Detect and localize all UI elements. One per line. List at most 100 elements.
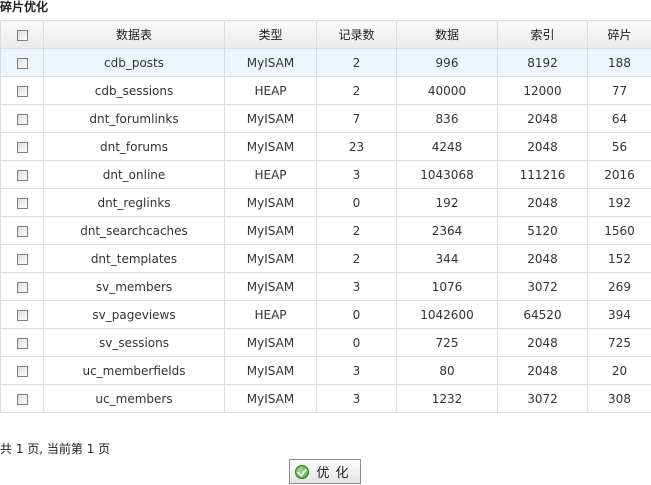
optimize-button[interactable]: 优化 (289, 459, 361, 484)
row-checkbox[interactable] (16, 365, 28, 377)
cell-index: 8192 (497, 48, 588, 77)
cell-fragment: 2016 (587, 160, 651, 189)
cell-records: 3 (316, 272, 397, 301)
row-checkbox-cell (0, 244, 44, 273)
column-header-records[interactable]: 记录数 (316, 20, 397, 49)
cell-name: dnt_reglinks (43, 188, 225, 217)
cell-index: 5120 (497, 216, 588, 245)
table-row[interactable]: sv_members MyISAM 3 1076 3072 269 (0, 272, 651, 301)
cell-data: 1043068 (396, 160, 498, 189)
row-checkbox[interactable] (16, 253, 28, 265)
cell-index: 12000 (497, 76, 588, 105)
cell-fragment: 394 (587, 300, 651, 329)
table-row[interactable]: dnt_forumlinks MyISAM 7 836 2048 64 (0, 104, 651, 133)
table-row[interactable]: cdb_posts MyISAM 2 996 8192 188 (0, 48, 651, 77)
cell-type: MyISAM (224, 272, 317, 301)
cell-index: 2048 (497, 356, 588, 385)
cell-name: cdb_sessions (43, 76, 225, 105)
row-checkbox[interactable] (16, 197, 28, 209)
row-checkbox-cell (0, 384, 44, 413)
cell-name: dnt_forumlinks (43, 104, 225, 133)
cell-data: 836 (396, 104, 498, 133)
cell-records: 0 (316, 188, 397, 217)
table-row[interactable]: uc_members MyISAM 3 1232 3072 308 (0, 384, 651, 413)
cell-index: 2048 (497, 244, 588, 273)
table-row[interactable]: dnt_forums MyISAM 23 4248 2048 56 (0, 132, 651, 161)
cell-name: dnt_online (43, 160, 225, 189)
table-row[interactable]: dnt_reglinks MyISAM 0 192 2048 192 (0, 188, 651, 217)
row-checkbox[interactable] (16, 281, 28, 293)
cell-type: MyISAM (224, 132, 317, 161)
column-header-type[interactable]: 类型 (224, 20, 317, 49)
cell-name: dnt_searchcaches (43, 216, 225, 245)
cell-name: sv_members (43, 272, 225, 301)
cell-type: HEAP (224, 76, 317, 105)
column-header-index[interactable]: 索引 (497, 20, 588, 49)
row-checkbox-cell (0, 188, 44, 217)
cell-fragment: 725 (587, 328, 651, 357)
table-row[interactable]: sv_pageviews HEAP 0 1042600 64520 394 (0, 300, 651, 329)
table-row[interactable]: dnt_online HEAP 3 1043068 111216 2016 (0, 160, 651, 189)
cell-data: 1232 (396, 384, 498, 413)
row-checkbox[interactable] (16, 57, 28, 69)
select-all-checkbox[interactable] (16, 29, 28, 41)
row-checkbox[interactable] (16, 393, 28, 405)
cell-data: 1076 (396, 272, 498, 301)
cell-records: 2 (316, 216, 397, 245)
cell-records: 2 (316, 48, 397, 77)
cell-name: cdb_posts (43, 48, 225, 77)
cell-data: 1042600 (396, 300, 498, 329)
cell-fragment: 1560 (587, 216, 651, 245)
cell-data: 996 (396, 48, 498, 77)
cell-index: 3072 (497, 384, 588, 413)
row-checkbox-cell (0, 104, 44, 133)
cell-type: MyISAM (224, 104, 317, 133)
cell-name: dnt_forums (43, 132, 225, 161)
table-row[interactable]: dnt_searchcaches MyISAM 2 2364 5120 1560 (0, 216, 651, 245)
row-checkbox-cell (0, 48, 44, 77)
cell-index: 2048 (497, 328, 588, 357)
cell-records: 0 (316, 300, 397, 329)
row-checkbox[interactable] (16, 113, 28, 125)
row-checkbox[interactable] (16, 169, 28, 181)
column-header-fragment[interactable]: 碎片 (587, 20, 651, 49)
table-row[interactable]: cdb_sessions HEAP 2 40000 12000 77 (0, 76, 651, 105)
cell-index: 2048 (497, 132, 588, 161)
cell-data: 725 (396, 328, 498, 357)
cell-data: 40000 (396, 76, 498, 105)
cell-fragment: 20 (587, 356, 651, 385)
cell-name: uc_members (43, 384, 225, 413)
row-checkbox[interactable] (16, 225, 28, 237)
table-row[interactable]: dnt_templates MyISAM 2 344 2048 152 (0, 244, 651, 273)
cell-name: uc_memberfields (43, 356, 225, 385)
pager-info: 共 1 页, 当前第 1 页 (0, 442, 111, 456)
cell-fragment: 188 (587, 48, 651, 77)
row-checkbox[interactable] (16, 337, 28, 349)
row-checkbox-cell (0, 216, 44, 245)
table-row[interactable]: uc_memberfields MyISAM 3 80 2048 20 (0, 356, 651, 385)
cell-data: 80 (396, 356, 498, 385)
row-checkbox-cell (0, 132, 44, 161)
row-checkbox[interactable] (16, 309, 28, 321)
cell-type: MyISAM (224, 384, 317, 413)
cell-name: sv_pageviews (43, 300, 225, 329)
table-row[interactable]: sv_sessions MyISAM 0 725 2048 725 (0, 328, 651, 357)
cell-fragment: 192 (587, 188, 651, 217)
cell-type: MyISAM (224, 216, 317, 245)
row-checkbox-cell (0, 272, 44, 301)
cell-type: HEAP (224, 300, 317, 329)
cell-data: 4248 (396, 132, 498, 161)
cell-type: MyISAM (224, 188, 317, 217)
optimize-button-label: 优化 (316, 466, 355, 481)
cell-type: MyISAM (224, 328, 317, 357)
table-body: cdb_posts MyISAM 2 996 8192 188 cdb_sessions HE… (0, 48, 651, 413)
cell-records: 3 (316, 384, 397, 413)
column-header-data[interactable]: 数据 (396, 20, 498, 49)
row-checkbox[interactable] (16, 141, 28, 153)
cell-records: 0 (316, 328, 397, 357)
cell-fragment: 269 (587, 272, 651, 301)
cell-name: sv_sessions (43, 328, 225, 357)
row-checkbox[interactable] (16, 85, 28, 97)
select-all-cell (0, 20, 44, 49)
column-header-name[interactable]: 数据表 (43, 20, 225, 49)
